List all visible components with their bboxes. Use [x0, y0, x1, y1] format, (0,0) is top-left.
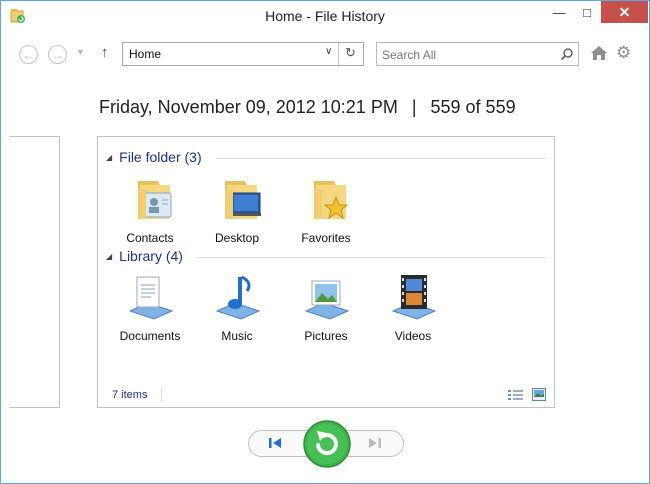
- back-button[interactable]: ←: [19, 45, 38, 64]
- navigation-toolbar: ← → ▼ ↑ Home ∨ ↻ Search All ⚙: [1, 32, 649, 76]
- large-icons-view-icon[interactable]: [532, 388, 546, 401]
- item-count-status: 7 items: [112, 389, 148, 401]
- item-label: Documents: [119, 329, 181, 343]
- group-divider: [216, 158, 546, 159]
- restore-button[interactable]: [303, 420, 351, 468]
- collapse-triangle-icon[interactable]: ◢: [106, 153, 112, 162]
- item-documents[interactable]: Documents: [113, 273, 187, 343]
- item-desktop[interactable]: Desktop: [200, 175, 274, 245]
- documents-library-icon: [128, 276, 174, 320]
- up-button[interactable]: ↑: [101, 44, 109, 61]
- item-favorites[interactable]: Favorites: [289, 175, 363, 245]
- group-header-label: Library (4): [119, 248, 183, 264]
- title-bar[interactable]: Home - File History — □ ✕: [1, 1, 649, 32]
- snapshot-content-panel: ◢ File folder (3) Contacts Desktop Favor…: [97, 136, 555, 408]
- item-label: Contacts: [126, 231, 174, 245]
- item-contacts[interactable]: Contacts: [113, 175, 187, 245]
- group-divider: [196, 257, 546, 258]
- home-icon[interactable]: [590, 45, 608, 61]
- videos-library-icon: [391, 275, 437, 320]
- contacts-folder-icon: [138, 181, 172, 219]
- snapshot-position: 559 of 559: [430, 97, 516, 117]
- group-header-label: File folder (3): [119, 149, 202, 165]
- forward-button[interactable]: →: [48, 45, 67, 64]
- refresh-button[interactable]: ↻: [345, 45, 356, 61]
- snapshot-separator: |: [411, 97, 417, 117]
- pictures-library-icon: [304, 280, 350, 320]
- item-label: Pictures: [304, 329, 348, 343]
- item-videos[interactable]: Videos: [376, 273, 450, 343]
- collapse-triangle-icon[interactable]: ◢: [106, 252, 112, 261]
- item-label: Desktop: [214, 231, 260, 245]
- address-divider: [338, 43, 339, 65]
- gear-icon[interactable]: ⚙: [616, 44, 631, 62]
- minimize-button[interactable]: —: [545, 1, 573, 23]
- previous-snapshot-panel[interactable]: [9, 136, 60, 408]
- snapshot-datetime: Friday, November 09, 2012 10:21 PM: [99, 97, 398, 117]
- search-icon[interactable]: [560, 47, 574, 61]
- group-header-library[interactable]: ◢ Library (4): [106, 248, 183, 264]
- group-header-file-folder[interactable]: ◢ File folder (3): [106, 149, 202, 165]
- address-value: Home: [129, 47, 162, 61]
- item-pictures[interactable]: Pictures: [289, 273, 363, 343]
- item-label: Videos: [394, 329, 432, 343]
- desktop-folder-icon: [225, 181, 261, 219]
- previous-version-button[interactable]: [267, 435, 283, 451]
- file-history-window: Home - File History — □ ✕ ← → ▼ ↑ Home ∨…: [0, 0, 650, 484]
- item-label: Music: [221, 329, 253, 343]
- snapshot-header: Friday, November 09, 2012 10:21 PM | 559 o…: [99, 97, 516, 118]
- favorites-folder-icon: [314, 181, 349, 220]
- item-label: Favorites: [301, 231, 351, 245]
- details-view-icon[interactable]: [508, 389, 524, 401]
- close-button[interactable]: ✕: [601, 1, 648, 23]
- music-library-icon: [215, 275, 261, 320]
- search-input[interactable]: Search All: [382, 48, 436, 62]
- address-bar[interactable]: Home ∨ ↻: [122, 42, 364, 66]
- recent-locations-button[interactable]: ▼: [76, 47, 85, 57]
- maximize-button[interactable]: □: [573, 1, 601, 23]
- item-music[interactable]: Music: [200, 273, 274, 343]
- search-box[interactable]: Search All: [376, 42, 579, 66]
- address-dropdown-button[interactable]: ∨: [325, 46, 332, 57]
- next-version-button[interactable]: [367, 435, 383, 451]
- status-divider: [161, 388, 162, 402]
